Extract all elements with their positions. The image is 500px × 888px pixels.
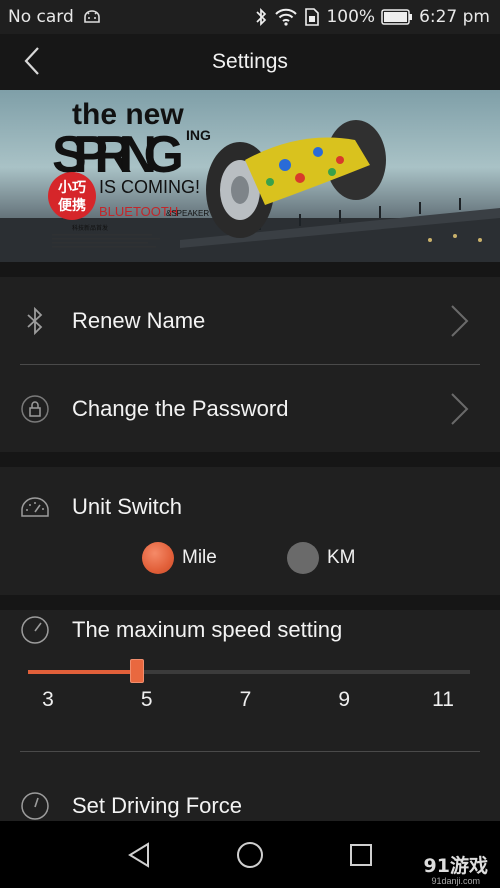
android-debug-icon [82,10,102,24]
app-header: Settings [0,34,500,90]
watermark-logo: 91游戏 91danji.com [424,851,488,886]
battery-percent: 100% [326,7,376,27]
nav-home-button[interactable] [234,839,266,871]
chevron-right-icon [451,304,469,337]
banner-line3: IS COMING! [99,177,200,197]
system-nav-bar: 91游戏 91danji.com [0,821,500,888]
slider-tick-label: 9 [338,688,351,711]
banner-artwork: the new SPRING ING IS COMING! 小巧 便携 BLUE… [0,98,500,262]
chevron-left-icon [24,47,39,75]
wifi-icon [274,8,298,26]
unit-option-km[interactable]: KM [287,542,356,574]
nav-recents-button[interactable] [345,839,377,871]
square-recents-icon [350,844,372,866]
banner-badge-bottom: 便携 [58,197,86,214]
unit-switch-header: Unit Switch [0,487,500,527]
max-speed-header: The maxinum speed setting [0,610,500,650]
gauge-icon [20,791,50,821]
slider-fill [28,670,137,674]
divider [20,751,480,752]
slider-tick-label: 11 [432,688,454,711]
triangle-back-icon [128,842,149,868]
back-button[interactable] [18,46,48,76]
slider-tick-label: 3 [42,688,54,711]
radio-unselected-icon [287,542,319,574]
max-speed-label: The maxinum speed setting [72,617,343,642]
watermark-sub: 91danji.com [431,876,481,886]
slider-thumb[interactable] [129,659,144,683]
lock-icon [20,394,50,424]
clock-time: 6:27 pm [419,7,490,27]
change-password-label: Change the Password [72,395,289,421]
battery-icon [381,9,413,25]
max-speed-slider[interactable] [28,659,470,683]
chevron-right-icon [451,392,469,425]
gauge-icon [20,615,50,645]
banner-speaker: &SPEAKER [166,209,209,218]
change-password-row[interactable]: Change the Password [0,365,500,452]
unit-option-mile-label: Mile [182,547,217,568]
banner-cn-subtitle: 科技新品首发 [72,224,108,232]
watermark-main: 91游戏 [423,855,488,877]
banner-line2-suffix: ING [186,127,211,143]
circle-home-icon [237,842,263,868]
unit-switch-label: Unit Switch [72,494,183,519]
sim-icon [304,8,320,26]
slider-tick-label: 5 [140,688,153,711]
driving-force-row[interactable]: Set Driving Force [0,786,500,826]
bluetooth-icon [254,7,268,27]
carrier-text: No card [8,7,74,27]
slider-tick-label: 7 [239,688,252,711]
bluetooth-icon [20,306,50,336]
renew-name-label: Renew Name [72,307,206,333]
page-title: Settings [212,50,288,73]
renew-name-row[interactable]: Renew Name [0,277,500,364]
promo-banner: the new SPRING ING IS COMING! 小巧 便携 BLUE… [0,90,500,262]
unit-option-mile[interactable]: Mile [142,542,217,574]
speedometer-icon [20,492,50,522]
status-bar: No card 100% 6:27 pm [0,0,500,34]
driving-force-label: Set Driving Force [72,793,242,818]
unit-option-km-label: KM [327,547,356,568]
banner-badge-top: 小巧 [58,180,86,196]
radio-selected-icon [142,542,174,574]
nav-back-button[interactable] [124,839,156,871]
